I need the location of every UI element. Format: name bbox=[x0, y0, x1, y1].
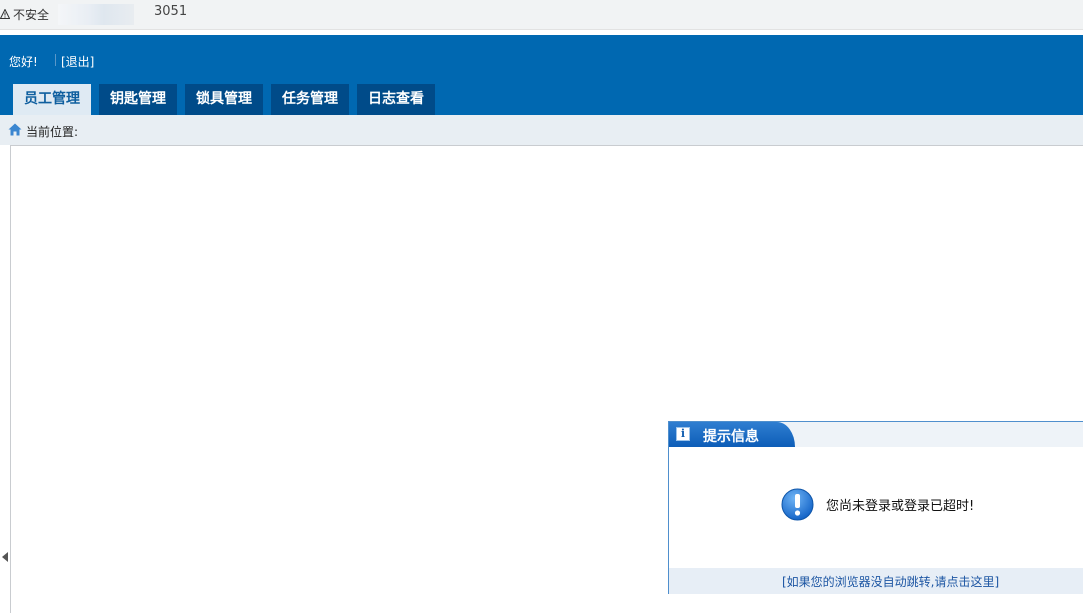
logout-link[interactable]: [退出] bbox=[61, 53, 94, 70]
dialog-title-tab: i 提示信息 bbox=[669, 422, 795, 447]
info-icon: i bbox=[676, 427, 690, 441]
dialog-footer: [如果您的浏览器没自动跳转,请点击这里] bbox=[669, 568, 1083, 594]
security-indicator[interactable]: 不安全 bbox=[0, 4, 49, 24]
notice-dialog: i 提示信息 您尚未登录或登录已超时! [如果您的浏览器没自动跳转,请点击这里] bbox=[668, 421, 1083, 594]
header-separator bbox=[55, 54, 56, 66]
tab-key-management[interactable]: 钥匙管理 bbox=[99, 84, 177, 115]
dialog-header: i 提示信息 bbox=[669, 422, 1083, 447]
exclamation-icon bbox=[781, 488, 814, 521]
tab-task-management[interactable]: 任务管理 bbox=[271, 84, 349, 115]
breadcrumb: 当前位置: bbox=[0, 115, 1083, 145]
home-icon[interactable] bbox=[8, 123, 22, 136]
greeting-text: 您好! bbox=[9, 55, 38, 69]
redirect-link[interactable]: [如果您的浏览器没自动跳转,请点击这里] bbox=[782, 573, 999, 590]
current-location-label: 当前位置: bbox=[26, 125, 79, 139]
main-nav-tabs: 员工管理 钥匙管理 锁具管理 任务管理 日志查看 bbox=[13, 84, 443, 115]
url-port[interactable]: 3051 bbox=[154, 4, 187, 19]
url-redacted-region[interactable] bbox=[58, 4, 134, 25]
app-header: 您好! [退出] 员工管理 钥匙管理 锁具管理 任务管理 日志查看 bbox=[0, 35, 1083, 115]
security-label: 不安全 bbox=[13, 7, 50, 22]
tab-employee-management[interactable]: 员工管理 bbox=[13, 84, 91, 115]
tab-lock-management[interactable]: 锁具管理 bbox=[185, 84, 263, 115]
tab-log-view[interactable]: 日志查看 bbox=[357, 84, 435, 115]
warning-triangle-icon bbox=[0, 9, 10, 19]
dialog-title: 提示信息 bbox=[703, 429, 759, 445]
collapse-left-arrow-icon[interactable] bbox=[2, 552, 8, 562]
dialog-message: 您尚未登录或登录已超时! bbox=[826, 499, 975, 514]
browser-address-bar: 不安全 3051 bbox=[0, 0, 1083, 30]
